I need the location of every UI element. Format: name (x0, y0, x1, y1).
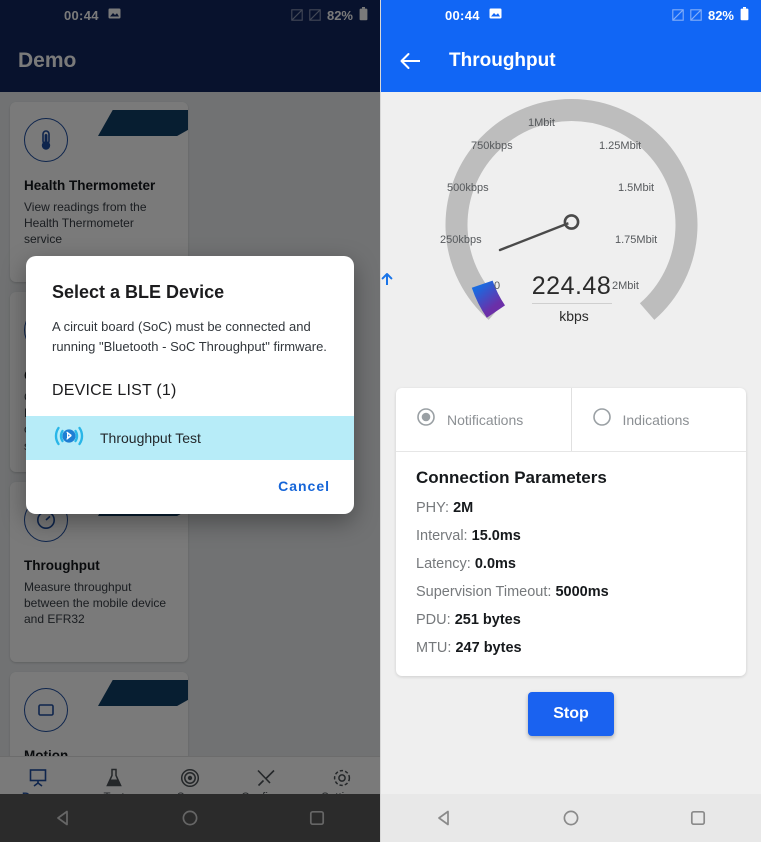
param-row-latency: Latency: 0.0ms (416, 556, 726, 572)
battery-icon (740, 6, 749, 24)
radio-indications[interactable]: Indications (570, 388, 747, 451)
connection-parameters-card: Notifications Indications Connection Par… (396, 388, 746, 676)
no-signal-icon (690, 9, 702, 21)
status-bar-right: 00:44 82% (381, 0, 761, 30)
cancel-button[interactable]: Cancel (278, 478, 330, 494)
gauge-tick-1mbit: 1Mbit (528, 117, 555, 129)
param-label: PHY: (416, 500, 450, 516)
gauge-tick-500kbps: 500kbps (447, 182, 489, 194)
device-list-item[interactable]: Throughput Test (26, 416, 354, 460)
arrow-left-icon (400, 53, 420, 69)
param-row-supervision-timeout: Supervision Timeout: 5000ms (416, 584, 726, 600)
dual-screenshot: 00:44 82% Demo (0, 0, 761, 842)
radio-selected-icon (416, 407, 436, 432)
param-label: Interval: (416, 528, 468, 544)
transfer-mode-radio-group: Notifications Indications (396, 388, 746, 452)
gauge-tick-250kbps: 250kbps (440, 234, 482, 246)
param-label: Supervision Timeout: (416, 584, 552, 600)
status-right-group: 82% (672, 6, 749, 24)
radio-label: Notifications (447, 411, 524, 428)
ble-device-dialog: Select a BLE Device A circuit board (SoC… (26, 256, 354, 514)
param-label: MTU: (416, 640, 452, 656)
radio-label: Indications (622, 411, 690, 428)
radio-notifications[interactable]: Notifications (396, 388, 571, 451)
radio-unselected-icon (592, 407, 612, 432)
gauge-tick-125mbit: 1.25Mbit (599, 140, 642, 152)
nav-back-icon[interactable] (434, 808, 454, 828)
stop-button-area: Stop (381, 692, 761, 736)
param-label: Latency: (416, 556, 471, 572)
gauge-readout: 224.48 kbps (381, 272, 761, 324)
throughput-gauge: 1Mbit 750kbps 1.25Mbit 500kbps 1.5Mbit 2… (381, 92, 761, 362)
gauge-tick-750kbps: 750kbps (471, 140, 513, 152)
gauge-value: 224.48 (531, 272, 612, 300)
battery-percent: 82% (707, 7, 734, 23)
throughput-app-bar: Throughput (381, 30, 761, 92)
param-row-interval: Interval: 15.0ms (416, 528, 726, 544)
param-value: 2M (453, 500, 474, 516)
parameters-list: Connection Parameters PHY: 2M Interval: … (396, 452, 746, 676)
nav-recents-icon[interactable] (688, 808, 708, 828)
parameters-heading: Connection Parameters (416, 468, 607, 487)
demo-screen: 00:44 82% Demo (0, 0, 380, 842)
throughput-content: 1Mbit 750kbps 1.25Mbit 500kbps 1.5Mbit 2… (381, 92, 761, 824)
android-nav-bar-right (381, 794, 761, 842)
param-label: PDU: (416, 612, 451, 628)
no-signal-icon (672, 9, 684, 21)
dialog-actions: Cancel (26, 460, 354, 512)
gauge-unit-row: kbps (381, 273, 589, 324)
back-button[interactable] (399, 51, 423, 71)
param-value: 247 bytes (455, 640, 522, 656)
nav-home-icon[interactable] (561, 808, 581, 828)
device-name: Throughput Test (100, 430, 201, 446)
page-title: Throughput (449, 50, 556, 71)
param-value: 0.0ms (474, 556, 516, 572)
param-value: 251 bytes (454, 612, 521, 628)
param-value: 15.0ms (471, 528, 521, 544)
device-list-label: DEVICE LIST (1) (52, 382, 177, 399)
stop-button[interactable]: Stop (528, 692, 614, 736)
param-row-mtu: MTU: 247 bytes (416, 640, 726, 656)
param-value: 5000ms (555, 584, 609, 600)
throughput-screen: 00:44 82% Throughput 1Mbit 750kbps 1.25M… (380, 0, 761, 842)
param-row-phy: PHY: 2M (416, 500, 726, 516)
dialog-message: A circuit board (SoC) must be connected … (52, 319, 327, 354)
gauge-divider (531, 303, 612, 304)
gauge-tick-15mbit: 1.5Mbit (618, 182, 655, 194)
dialog-title: Select a BLE Device (52, 282, 225, 302)
bluetooth-signal-icon (52, 423, 86, 454)
image-icon (489, 7, 502, 23)
param-row-pdu: PDU: 251 bytes (416, 612, 726, 628)
gauge-unit-label: kbps (559, 308, 589, 324)
status-time: 00:44 (445, 7, 480, 23)
gauge-tick-175mbit: 1.75Mbit (615, 234, 658, 246)
